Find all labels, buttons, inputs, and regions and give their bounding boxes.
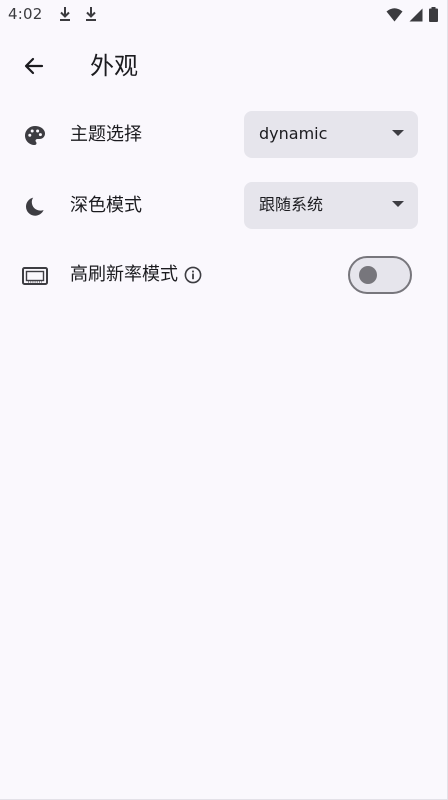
back-button[interactable] — [14, 48, 54, 84]
high-refresh-label: 高刷新率模式 — [70, 264, 178, 285]
status-time: 4:02 — [8, 5, 43, 23]
cellular-signal-icon — [409, 8, 423, 21]
wifi-icon — [386, 7, 403, 21]
theme-dropdown[interactable]: dynamic — [244, 111, 418, 158]
battery-icon — [429, 7, 438, 22]
page-title: 外观 — [90, 52, 138, 80]
status-bar: 4:02 — [0, 0, 448, 30]
info-icon[interactable] — [183, 265, 203, 285]
palette-icon — [22, 123, 48, 149]
settings-appearance-screen: 4:02 外观 主题选择 dynamic 深色模式 跟随系统 高刷新率模式 — [0, 0, 448, 800]
dropdown-arrow-icon — [392, 201, 404, 207]
setting-row-theme: 主题选择 dynamic — [0, 111, 448, 159]
dark-mode-label: 深色模式 — [70, 195, 142, 216]
dark-mode-dropdown[interactable]: 跟随系统 — [244, 182, 418, 229]
status-indicators — [386, 7, 438, 22]
switch-knob — [359, 266, 377, 284]
dark-mode-dropdown-value: 跟随系统 — [259, 195, 324, 214]
high-refresh-switch[interactable] — [348, 256, 412, 294]
arrow-back-icon — [24, 57, 44, 75]
high-refresh-label-group: 高刷新率模式 — [70, 264, 203, 286]
moon-icon — [22, 194, 48, 220]
app-bar: 外观 — [0, 38, 448, 94]
setting-row-high-refresh: 高刷新率模式 — [0, 255, 448, 303]
dropdown-arrow-icon — [392, 130, 404, 136]
screen-frame-icon — [22, 263, 48, 289]
theme-dropdown-value: dynamic — [259, 124, 328, 143]
theme-label: 主题选择 — [70, 124, 142, 145]
setting-row-dark-mode: 深色模式 跟随系统 — [0, 182, 448, 230]
download-icon — [86, 7, 96, 21]
download-icon — [60, 7, 70, 21]
